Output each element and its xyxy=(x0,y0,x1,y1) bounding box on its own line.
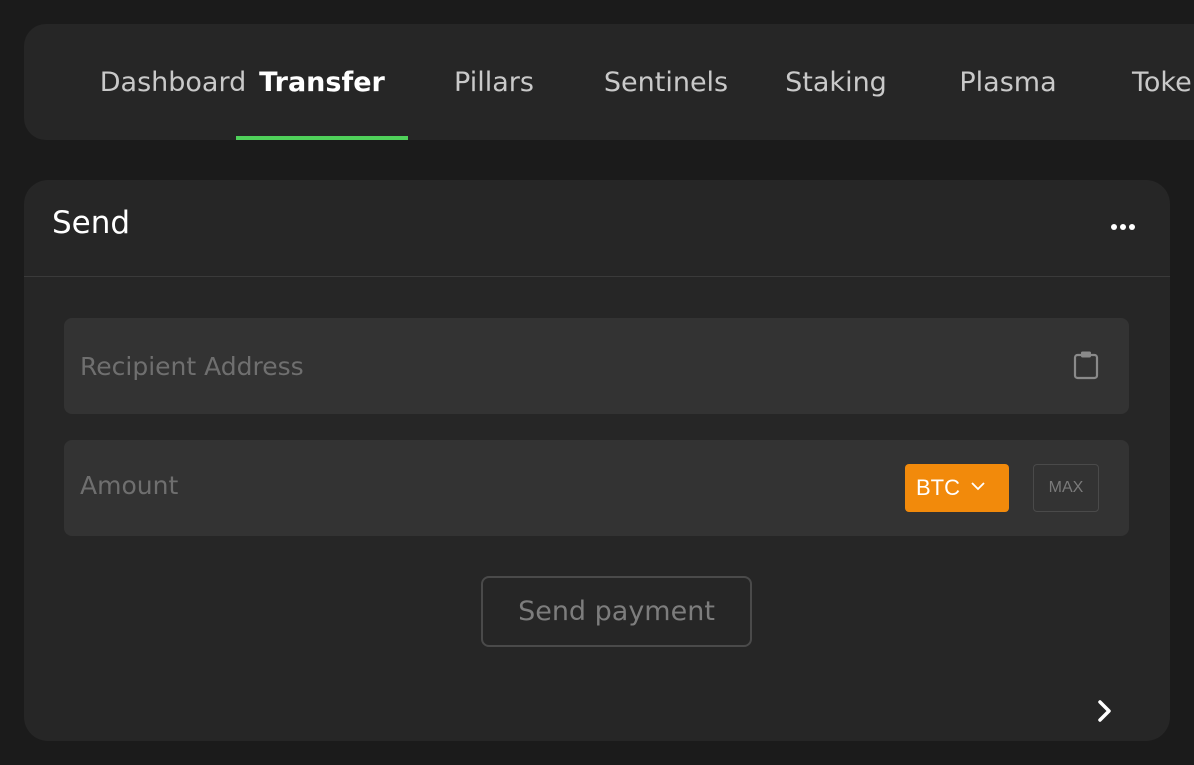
recipient-field xyxy=(64,318,1129,414)
token-symbol: BTC xyxy=(916,475,960,500)
main-nav: Dashboard Transfer Pillars Sentinels Sta… xyxy=(24,24,1194,140)
clipboard-icon xyxy=(1073,351,1099,380)
tab-label: Tokens xyxy=(1132,66,1194,98)
token-select-dropdown[interactable]: BTC xyxy=(905,464,1009,512)
tab-label: Dashboard xyxy=(99,66,247,98)
amount-input[interactable] xyxy=(80,437,860,533)
send-payment-button[interactable]: Send payment xyxy=(481,576,752,647)
send-card: Send BTC MAX Send payment xyxy=(24,180,1170,741)
expand-card-button[interactable] xyxy=(1092,696,1118,726)
more-horizontal-icon xyxy=(1111,224,1135,230)
amount-field: BTC MAX xyxy=(64,437,1129,536)
tab-tokens[interactable]: Tokens xyxy=(1132,24,1194,140)
max-amount-button[interactable]: MAX xyxy=(1033,464,1099,512)
tab-transfer[interactable]: Transfer xyxy=(236,24,408,140)
tab-label: Transfer xyxy=(259,66,385,98)
active-tab-indicator xyxy=(236,136,408,140)
recipient-address-input[interactable] xyxy=(80,318,880,414)
chevron-right-icon xyxy=(1098,700,1111,722)
chevron-down-icon xyxy=(971,482,985,491)
more-options-button[interactable] xyxy=(1106,214,1140,240)
tab-label: Sentinels xyxy=(603,66,729,98)
card-divider xyxy=(24,276,1170,277)
tab-staking[interactable]: Staking xyxy=(750,24,922,140)
paste-address-button[interactable] xyxy=(1073,350,1099,380)
tab-label: Pillars xyxy=(454,66,534,98)
tab-pillars[interactable]: Pillars xyxy=(408,24,580,140)
tab-sentinels[interactable]: Sentinels xyxy=(580,24,752,140)
tab-plasma[interactable]: Plasma xyxy=(922,24,1094,140)
tab-label: Staking xyxy=(785,66,887,98)
card-title: Send xyxy=(52,205,131,241)
tab-label: Plasma xyxy=(959,66,1057,98)
